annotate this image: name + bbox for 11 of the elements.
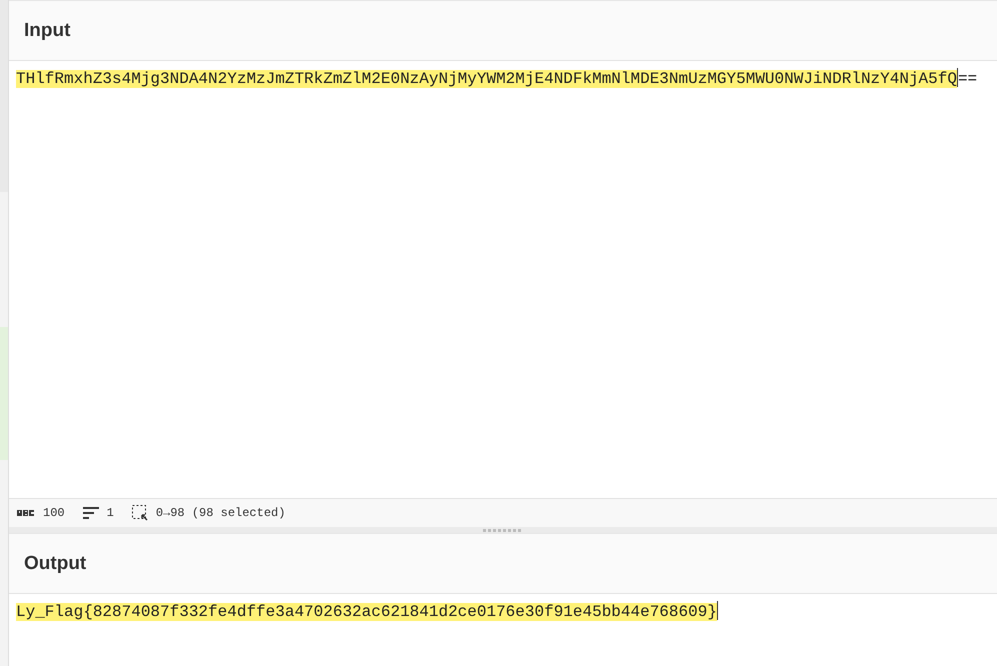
panel-title: Output (24, 552, 86, 574)
resize-handle[interactable] (483, 528, 523, 532)
line-count: 1 (106, 506, 114, 520)
output-field: Ly_Flag{82874087f332fe4dffe3a4702632ac621841d2ce0176e30f91e45bb44e768609} (9, 594, 997, 666)
lines-icon (82, 507, 99, 519)
character-count-icon (17, 509, 35, 517)
input-field[interactable]: THlfRmxhZ3s4Mjg3NDA4N2YzMzJmZTRkZmZlM2E0NzAyNjMyYWM2MjE4NDFkMmNlMDE3NmUzMGY5MWU0NWJiNDRlNzY4NjA5fQ== (9, 61, 997, 498)
selection-range: 0→98 (98 selected) (156, 506, 286, 520)
selection-icon (132, 505, 148, 521)
length-count: 100 (43, 506, 65, 520)
panel-title: Input (24, 20, 70, 42)
